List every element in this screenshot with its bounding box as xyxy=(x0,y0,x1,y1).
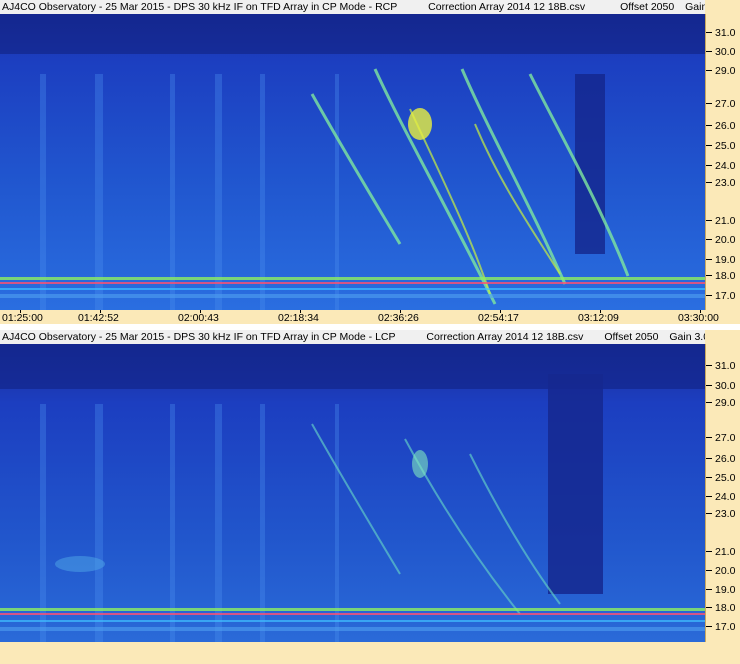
spectrogram-panel-lcp: AJ4CO Observatory - 25 Mar 2015 - DPS 30… xyxy=(0,330,740,664)
y-tick-label: 23.0 xyxy=(715,508,736,520)
x-tick-label: 01:42:52 xyxy=(78,312,119,324)
observatory-title: AJ4CO Observatory - 25 Mar 2015 - DPS 30… xyxy=(2,1,398,13)
y-tick-label: 20.0 xyxy=(715,565,736,577)
offset-label: Offset 2050 xyxy=(604,331,659,343)
y-tick-label: 21.0 xyxy=(715,546,736,558)
x-tick-label: 02:00:43 xyxy=(178,312,219,324)
y-tick-label: 18.0 xyxy=(715,270,736,282)
x-tick-label: 03:30:00 xyxy=(678,312,719,324)
y-tick-label: 27.0 xyxy=(715,98,736,110)
y-tick-label: 29.0 xyxy=(715,65,736,77)
panel-title-bar: AJ4CO Observatory - 25 Mar 2015 - DPS 30… xyxy=(0,330,705,344)
y-tick-label: 19.0 xyxy=(715,254,736,266)
y-tick-label: 17.0 xyxy=(715,621,736,633)
observatory-title: AJ4CO Observatory - 25 Mar 2015 - DPS 30… xyxy=(2,331,396,343)
spectrogram-panel-rcp: AJ4CO Observatory - 25 Mar 2015 - DPS 30… xyxy=(0,0,740,330)
y-tick-label: 21.0 xyxy=(715,215,736,227)
frequency-axis-lcp: 31.0 30.0 29.0 27.0 26.0 25.0 24.0 23.0 … xyxy=(705,344,740,642)
y-tick-label: 24.0 xyxy=(715,491,736,503)
y-tick-label: 17.0 xyxy=(715,290,736,302)
frequency-axis-rcp: 31.0 30.0 29.0 27.0 26.0 25.0 24.0 23.0 … xyxy=(705,14,740,310)
y-tick-label: 30.0 xyxy=(715,380,736,392)
x-tick-label: 02:18:34 xyxy=(278,312,319,324)
panel-title-bar: AJ4CO Observatory - 25 Mar 2015 - DPS 30… xyxy=(0,0,705,14)
y-tick-label: 25.0 xyxy=(715,472,736,484)
correction-file-label: Correction Array 2014 12 18B.csv xyxy=(426,331,584,343)
y-tick-label: 24.0 xyxy=(715,160,736,172)
y-tick-label: 19.0 xyxy=(715,584,736,596)
y-tick-label: 31.0 xyxy=(715,360,736,372)
y-tick-label: 27.0 xyxy=(715,432,736,444)
y-tick-label: 20.0 xyxy=(715,234,736,246)
spectrogram-image-lcp xyxy=(0,344,705,642)
y-tick-label: 26.0 xyxy=(715,453,736,465)
x-tick-label: 01:25:00 xyxy=(2,312,43,324)
y-tick-label: 29.0 xyxy=(715,397,736,409)
time-axis-lcp xyxy=(0,642,705,664)
y-tick-label: 23.0 xyxy=(715,177,736,189)
spectrogram-image-rcp xyxy=(0,14,705,310)
x-tick-label: 03:12:09 xyxy=(578,312,619,324)
gain-label: Gain 3.0 xyxy=(669,331,705,343)
y-tick-label: 25.0 xyxy=(715,140,736,152)
y-tick-label: 30.0 xyxy=(715,46,736,58)
offset-label: Offset 2050 xyxy=(620,1,675,13)
gain-label: Gain 3.0 xyxy=(685,1,705,13)
y-tick-label: 31.0 xyxy=(715,27,736,39)
x-tick-label: 02:36:26 xyxy=(378,312,419,324)
y-tick-label: 18.0 xyxy=(715,602,736,614)
x-tick-label: 02:54:17 xyxy=(478,312,519,324)
correction-file-label: Correction Array 2014 12 18B.csv xyxy=(428,1,586,13)
y-tick-label: 26.0 xyxy=(715,120,736,132)
